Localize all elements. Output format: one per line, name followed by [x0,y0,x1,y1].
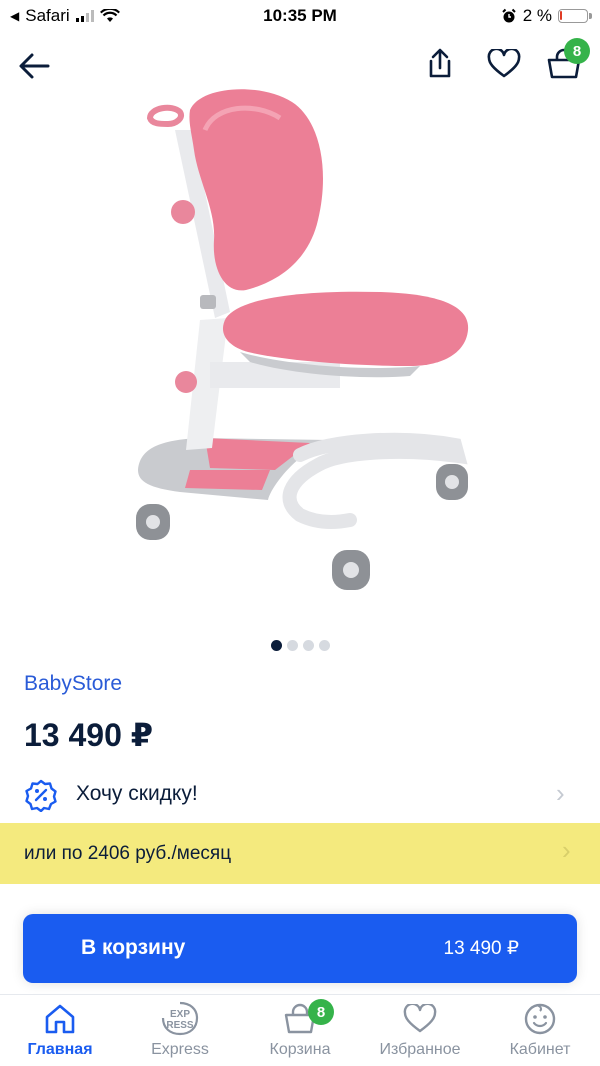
cart-count-badge: 8 [564,38,590,64]
seller-link[interactable]: BabyStore [24,672,122,696]
discount-label: Хочу скидку! [76,782,198,805]
add-to-cart-label: В корзину [81,936,186,959]
heart-icon [487,49,521,78]
share-icon [429,48,451,78]
bottom-tab-bar: Главная EXP RESS Express 8 Корзина Избра [0,994,600,1066]
share-button[interactable] [420,44,460,84]
favorite-button[interactable] [484,44,524,84]
discount-row[interactable]: Хочу скидку! › [0,770,600,820]
tab-label: Избранное [379,1041,461,1058]
tab-express[interactable]: EXP RESS Express [120,1001,240,1063]
heart-icon [403,1004,437,1033]
status-bar: ◀ Safari 10:35 PM 2 % [0,0,600,32]
chevron-right-icon: › [556,778,565,808]
arrow-left-icon [19,53,50,79]
product-image-gallery[interactable] [0,80,600,610]
tab-label: Главная [27,1041,93,1058]
battery-icon [558,9,592,23]
chevron-right-icon: › [562,835,571,865]
tab-cart[interactable]: 8 Корзина [240,999,360,1063]
gallery-dot[interactable] [286,640,298,651]
gallery-dot[interactable] [270,640,282,651]
tab-home[interactable]: Главная [0,1001,120,1063]
installment-row[interactable]: или по 2406 руб./месяц › [0,823,600,884]
tab-profile[interactable]: Кабинет [480,1001,600,1063]
status-right: 2 % [501,6,592,26]
alarm-icon [501,8,516,23]
tab-label: Кабинет [509,1041,571,1058]
installment-label: или по 2406 руб./месяц [24,843,232,864]
express-icon-text-bottom: RESS [166,1020,194,1031]
add-to-cart-button[interactable]: В корзину 13 490 ₽ [23,914,577,983]
home-icon [45,1004,75,1034]
express-icon: EXP RESS [161,1001,199,1036]
battery-percent: 2 % [522,6,552,25]
gallery-dot[interactable] [302,640,314,651]
discount-icon [24,778,58,817]
tab-label: Express [151,1041,209,1058]
tab-favorites[interactable]: Избранное [360,1001,480,1063]
product-photo-chair [136,89,469,590]
tab-label: Корзина [269,1041,331,1058]
add-to-cart-price: 13 490 ₽ [443,938,519,959]
cart-count-badge: 8 [308,999,334,1025]
gallery-dot[interactable] [318,640,330,651]
product-price: 13 490 ₽ [24,717,154,753]
gallery-pagination[interactable] [0,640,600,651]
profile-icon [524,1003,556,1035]
express-icon-text-top: EXP [170,1009,190,1020]
